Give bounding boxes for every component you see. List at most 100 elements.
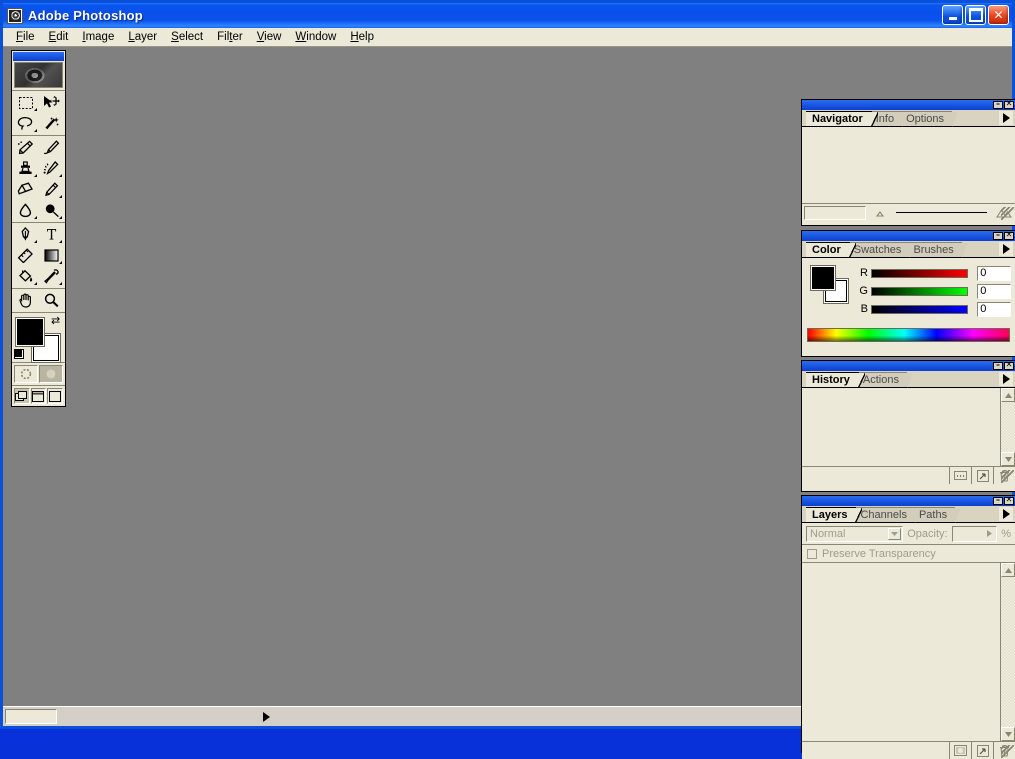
pen-tool[interactable] xyxy=(13,224,39,245)
new-snapshot-button[interactable] xyxy=(949,467,971,484)
swap-colors-icon[interactable]: ⇄ xyxy=(51,315,62,326)
layers-close-button[interactable]: ✕ xyxy=(1004,497,1014,505)
menu-help[interactable]: Help xyxy=(343,30,381,44)
blur-tool[interactable] xyxy=(13,200,39,221)
panel-menu-arrow-icon[interactable] xyxy=(999,507,1013,521)
window-titlebar[interactable]: Adobe Photoshop xyxy=(3,3,1012,28)
channel-value-r[interactable]: 0 xyxy=(977,266,1011,281)
resize-grip[interactable] xyxy=(1001,470,1014,483)
menu-window[interactable]: Window xyxy=(288,30,343,44)
status-expand-arrow-icon[interactable] xyxy=(259,709,273,724)
hand-tool[interactable] xyxy=(13,290,39,311)
lasso-tool[interactable] xyxy=(13,113,39,134)
magic-wand-tool[interactable] xyxy=(39,113,65,134)
new-document-button[interactable] xyxy=(971,467,993,484)
preserve-transparency-row[interactable]: Preserve Transparency xyxy=(802,545,1015,563)
status-zoom-field[interactable] xyxy=(5,709,57,724)
navigator-minimize-button[interactable]: – xyxy=(993,101,1003,109)
standard-screen-mode-button[interactable] xyxy=(14,388,30,404)
pencil-tool[interactable] xyxy=(39,179,65,200)
fullscreen-mode-button[interactable] xyxy=(47,388,63,404)
tab-navigator[interactable]: Navigator xyxy=(806,111,872,126)
scroll-down-arrow-icon[interactable] xyxy=(1001,727,1015,741)
resize-grip[interactable] xyxy=(1001,745,1014,758)
scroll-up-arrow-icon[interactable] xyxy=(1001,388,1015,402)
channel-slider-r[interactable] xyxy=(868,279,876,285)
channel-ramp-b[interactable] xyxy=(871,305,968,314)
navigator-zoom-slider[interactable] xyxy=(890,206,993,220)
layers-scrollbar[interactable] xyxy=(1000,563,1015,741)
scroll-up-arrow-icon[interactable] xyxy=(1001,563,1015,577)
tab-history[interactable]: History xyxy=(806,372,859,387)
layer-mask-icon[interactable] xyxy=(949,742,971,759)
menu-filter[interactable]: Filter xyxy=(210,30,250,44)
opacity-slider-arrow-icon[interactable] xyxy=(984,528,995,540)
standard-mode-button[interactable] xyxy=(14,365,38,383)
history-brush-tool[interactable] xyxy=(39,158,65,179)
channel-value-b[interactable]: 0 xyxy=(977,302,1011,317)
history-close-button[interactable]: ✕ xyxy=(1004,362,1014,370)
navigator-thumbnail-view[interactable] xyxy=(802,127,1015,203)
color-foreground-swatch[interactable] xyxy=(812,267,834,289)
airbrush-tool[interactable] xyxy=(13,137,39,158)
tab-channels[interactable]: Channels xyxy=(854,507,914,522)
panel-menu-arrow-icon[interactable] xyxy=(999,372,1013,386)
menu-file[interactable]: File xyxy=(9,30,42,44)
layers-minimize-button[interactable]: – xyxy=(993,497,1003,505)
eyedropper-tool[interactable] xyxy=(39,266,65,287)
blend-mode-select[interactable]: Normal xyxy=(806,526,903,542)
tab-layers[interactable]: Layers xyxy=(806,507,856,522)
default-colors-icon[interactable] xyxy=(14,349,24,359)
scroll-down-arrow-icon[interactable] xyxy=(1001,452,1015,466)
new-layer-icon[interactable] xyxy=(971,742,993,759)
tab-paths[interactable]: Paths xyxy=(913,507,955,522)
measure-tool[interactable] xyxy=(13,245,39,266)
opacity-field[interactable] xyxy=(952,526,998,542)
resize-grip[interactable] xyxy=(1001,207,1014,220)
color-spectrum-ramp[interactable] xyxy=(807,328,1010,342)
layers-titlebar[interactable]: – ✕ xyxy=(802,496,1015,506)
channel-slider-b[interactable] xyxy=(868,315,876,321)
tab-color[interactable]: Color xyxy=(806,242,850,257)
workspace-canvas-area[interactable]: T xyxy=(3,47,1012,706)
rubber-stamp-tool[interactable] xyxy=(13,158,39,179)
foreground-color-swatch[interactable] xyxy=(17,319,43,345)
move-tool[interactable] xyxy=(39,92,65,113)
paint-bucket-tool[interactable] xyxy=(13,266,39,287)
marquee-tool[interactable] xyxy=(13,92,39,113)
history-scrollbar[interactable] xyxy=(1000,388,1015,466)
toolbox-titlebar[interactable] xyxy=(13,52,64,61)
zoom-out-mountain-icon[interactable] xyxy=(870,208,890,217)
close-button[interactable] xyxy=(988,5,1009,25)
history-state-list[interactable] xyxy=(802,388,1000,466)
panel-menu-arrow-icon[interactable] xyxy=(999,111,1013,125)
panel-menu-arrow-icon[interactable] xyxy=(999,242,1013,256)
gradient-tool[interactable] xyxy=(39,245,65,266)
layers-list[interactable] xyxy=(802,563,1015,741)
scrollbar-track[interactable] xyxy=(1001,577,1015,727)
channel-slider-g[interactable] xyxy=(868,297,876,303)
tab-options[interactable]: Options xyxy=(900,111,952,126)
zoom-tool[interactable] xyxy=(39,290,65,311)
menu-image[interactable]: Image xyxy=(75,30,121,44)
chevron-down-icon[interactable] xyxy=(888,528,901,540)
menu-view[interactable]: View xyxy=(250,30,289,44)
eraser-tool[interactable] xyxy=(13,179,39,200)
color-minimize-button[interactable]: – xyxy=(993,232,1003,240)
color-close-button[interactable]: ✕ xyxy=(1004,232,1014,240)
navigator-titlebar[interactable]: – ✕ xyxy=(802,100,1015,110)
color-titlebar[interactable]: – ✕ xyxy=(802,231,1015,241)
channel-ramp-g[interactable] xyxy=(871,287,968,296)
tab-brushes[interactable]: Brushes xyxy=(907,242,961,257)
menu-edit[interactable]: Edit xyxy=(42,30,76,44)
minimize-button[interactable] xyxy=(942,5,963,25)
fullscreen-menubar-mode-button[interactable] xyxy=(31,388,47,404)
channel-ramp-r[interactable] xyxy=(871,269,968,278)
tab-swatches[interactable]: Swatches xyxy=(848,242,910,257)
menu-layer[interactable]: Layer xyxy=(121,30,164,44)
paintbrush-tool[interactable] xyxy=(39,137,65,158)
type-tool[interactable]: T xyxy=(39,224,65,245)
navigator-zoom-field[interactable] xyxy=(804,206,866,220)
history-titlebar[interactable]: – ✕ xyxy=(802,361,1015,371)
history-minimize-button[interactable]: – xyxy=(993,362,1003,370)
